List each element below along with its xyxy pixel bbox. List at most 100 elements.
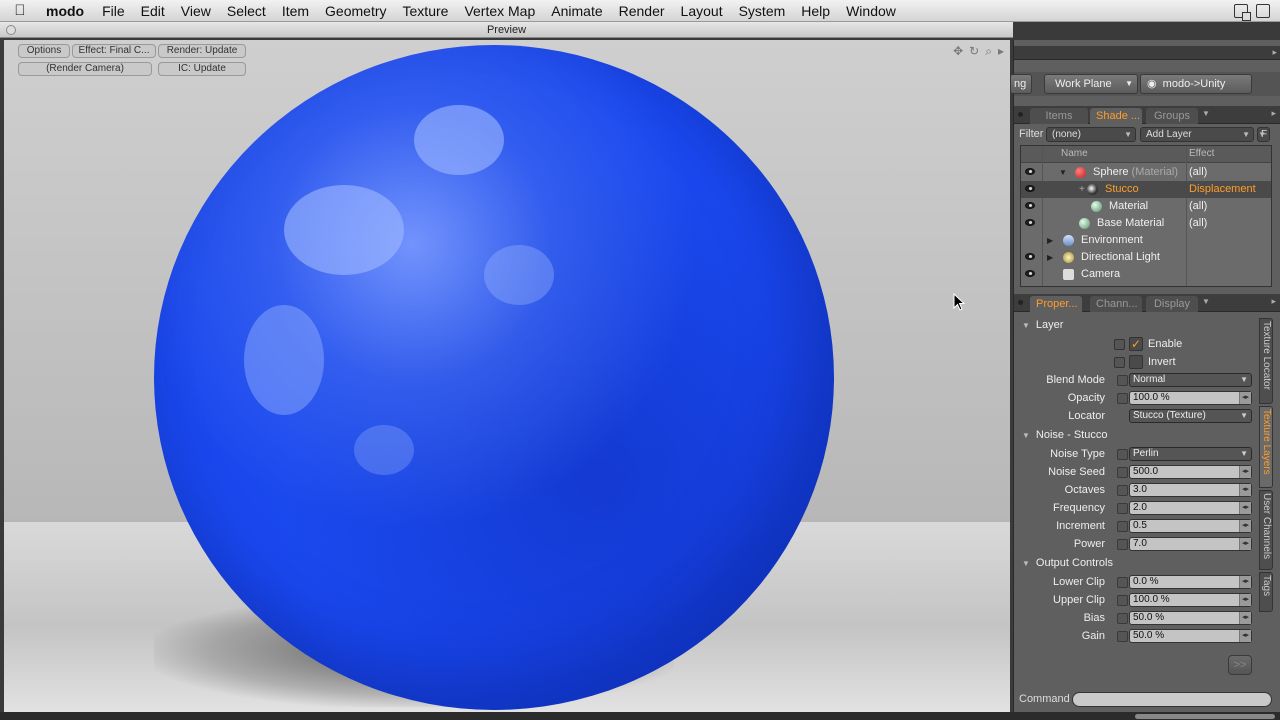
tree-row-sphere[interactable]: ▼ Sphere (Material) (all) (1021, 164, 1271, 181)
expand-plus-icon[interactable]: + (1079, 181, 1085, 198)
spin-arrows-icon[interactable]: ◂▸ (1239, 576, 1251, 588)
spin-arrows-icon[interactable]: ◂▸ (1239, 612, 1251, 624)
expand-triangle-icon[interactable]: ▼ (1059, 164, 1067, 181)
more-options-button[interactable]: >> (1228, 655, 1252, 675)
pan-icon[interactable]: ✥ (953, 44, 963, 59)
visibility-eye-icon[interactable] (1025, 270, 1035, 277)
spin-arrows-icon[interactable]: ◂▸ (1239, 538, 1251, 550)
work-plane-dropdown[interactable]: Work Plane ▼ (1044, 74, 1138, 94)
increment-field[interactable]: 0.5 ◂▸ (1117, 519, 1252, 533)
collapsed-triangle-icon[interactable]: ▶ (1047, 232, 1053, 249)
menu-geometry[interactable]: Geometry (317, 3, 394, 19)
tree-row-stucco[interactable]: + Stucco Displacement (1021, 181, 1271, 198)
visibility-eye-icon[interactable] (1025, 168, 1035, 175)
zoom-icon[interactable]: ⌕ (985, 44, 992, 59)
visibility-eye-icon[interactable] (1025, 202, 1035, 209)
menu-layout[interactable]: Layout (673, 3, 731, 19)
noise-type-dropdown[interactable]: Perlin (1117, 447, 1252, 461)
invert-checkbox[interactable] (1129, 355, 1143, 369)
app-menu[interactable]: modo (40, 3, 94, 19)
spin-arrows-icon[interactable]: ◂▸ (1239, 630, 1251, 642)
menu-item[interactable]: Item (274, 3, 317, 19)
window-mode-icon[interactable] (1234, 3, 1251, 21)
render-viewport[interactable]: Options Effect: Final C... Render: Updat… (4, 40, 1010, 712)
collapsed-triangle-icon[interactable]: ▶ (1047, 249, 1053, 266)
lower-clip-field[interactable]: 0.0 % ◂▸ (1117, 575, 1252, 589)
noise-seed-field[interactable]: 500.0 ◂▸ (1117, 465, 1252, 479)
menu-vertex-map[interactable]: Vertex Map (456, 3, 543, 19)
tab-items[interactable]: Items (1030, 108, 1088, 124)
texture-highlight (244, 305, 324, 415)
menu-system[interactable]: System (731, 3, 794, 19)
vtab-user-channels[interactable]: User Channels (1259, 490, 1273, 570)
expand-arrow-icon[interactable]: ▸ (1271, 108, 1276, 119)
menu-file[interactable]: File (94, 3, 133, 19)
spin-arrows-icon[interactable]: ◂▸ (1239, 520, 1251, 532)
expand-arrow-icon[interactable]: ▸ (998, 44, 1004, 59)
visibility-eye-icon[interactable] (1025, 219, 1035, 226)
fullscreen-icon[interactable] (1256, 3, 1270, 18)
visibility-eye-icon[interactable] (1025, 185, 1035, 192)
col-name-header[interactable]: Name (1061, 148, 1088, 159)
spin-arrows-icon[interactable]: ◂▸ (1239, 466, 1251, 478)
filter-dropdown[interactable]: (none) (1046, 127, 1136, 142)
close-preview-button[interactable] (6, 25, 16, 35)
expand-arrow-icon[interactable]: ▸ (1271, 296, 1276, 307)
apple-icon[interactable]:  (0, 2, 40, 19)
spin-arrows-icon[interactable]: ◂▸ (1239, 392, 1251, 404)
menu-render[interactable]: Render (611, 3, 673, 19)
menu-animate[interactable]: Animate (543, 3, 610, 19)
bias-field[interactable]: 50.0 % ◂▸ (1117, 611, 1252, 625)
render-update-button[interactable]: Render: Update (158, 44, 246, 58)
spin-arrows-icon[interactable]: ◂▸ (1239, 502, 1251, 514)
scroll-handle[interactable] (1135, 714, 1275, 719)
enable-checkbox[interactable]: ✓ (1129, 337, 1143, 351)
camera-button[interactable]: (Render Camera) (18, 62, 152, 76)
tree-row-camera[interactable]: Camera (1021, 266, 1271, 283)
spin-arrows-icon[interactable]: ◂▸ (1239, 594, 1251, 606)
vtab-texture-locator[interactable]: Texture Locator (1259, 318, 1273, 404)
power-field[interactable]: 7.0 ◂▸ (1117, 537, 1252, 551)
visibility-eye-icon[interactable] (1025, 253, 1035, 260)
gain-field[interactable]: 50.0 % ◂▸ (1117, 629, 1252, 643)
add-layer-dropdown[interactable]: Add Layer (1140, 127, 1254, 142)
modo-unity-button[interactable]: ◉ modo->Unity (1140, 74, 1252, 94)
section-output-controls[interactable]: ▼ Output Controls (1022, 557, 1113, 569)
tree-row-sub: (Material) (1131, 166, 1178, 178)
tree-row-environment[interactable]: ▶ Environment (1021, 232, 1271, 249)
tab-shader-tree[interactable]: Shade ... (1090, 108, 1142, 124)
toolbar-partial-button[interactable]: ng (1010, 74, 1032, 94)
spin-arrows-icon[interactable]: ◂▸ (1239, 484, 1251, 496)
vtab-texture-layers[interactable]: Texture Layers (1259, 406, 1273, 488)
frequency-field[interactable]: 2.0 ◂▸ (1117, 501, 1252, 515)
tree-row-material[interactable]: Material (all) (1021, 198, 1271, 215)
tree-row-base-material[interactable]: Base Material (all) (1021, 215, 1271, 232)
section-layer[interactable]: ▼ Layer (1022, 319, 1063, 331)
section-noise[interactable]: ▼ Noise - Stucco (1022, 429, 1107, 441)
rotate-icon[interactable]: ↻ (969, 44, 979, 59)
command-input[interactable] (1072, 692, 1272, 707)
menu-select[interactable]: Select (219, 3, 274, 19)
vtab-tags[interactable]: Tags (1259, 572, 1273, 612)
menu-help[interactable]: Help (793, 3, 838, 19)
col-effect-header[interactable]: Effect (1189, 148, 1214, 159)
expand-arrow-icon[interactable]: ▸ (1272, 47, 1277, 58)
options-button[interactable]: Options (18, 44, 70, 58)
octaves-field[interactable]: 3.0 ◂▸ (1117, 483, 1252, 497)
menu-texture[interactable]: Texture (395, 3, 457, 19)
blend-mode-dropdown[interactable]: Normal (1117, 373, 1252, 387)
locator-dropdown[interactable]: Stucco (Texture) (1129, 409, 1252, 423)
menu-window[interactable]: Window (838, 3, 904, 19)
texture-highlight (354, 425, 414, 475)
opacity-field[interactable]: 100.0 % ◂▸ (1117, 391, 1252, 405)
effect-button[interactable]: Effect: Final C... (72, 44, 156, 58)
ic-update-button[interactable]: IC: Update (158, 62, 246, 76)
upper-clip-field[interactable]: 100.0 % ◂▸ (1117, 593, 1252, 607)
tree-row-directional-light[interactable]: ▶ Directional Light (1021, 249, 1271, 266)
menu-edit[interactable]: Edit (133, 3, 173, 19)
menu-view[interactable]: View (173, 3, 219, 19)
f-button[interactable]: F (1257, 127, 1270, 142)
tab-groups[interactable]: Groups (1146, 108, 1198, 124)
chevron-down-icon[interactable]: ▼ (1202, 109, 1210, 118)
chevron-down-icon[interactable]: ▼ (1202, 297, 1210, 306)
